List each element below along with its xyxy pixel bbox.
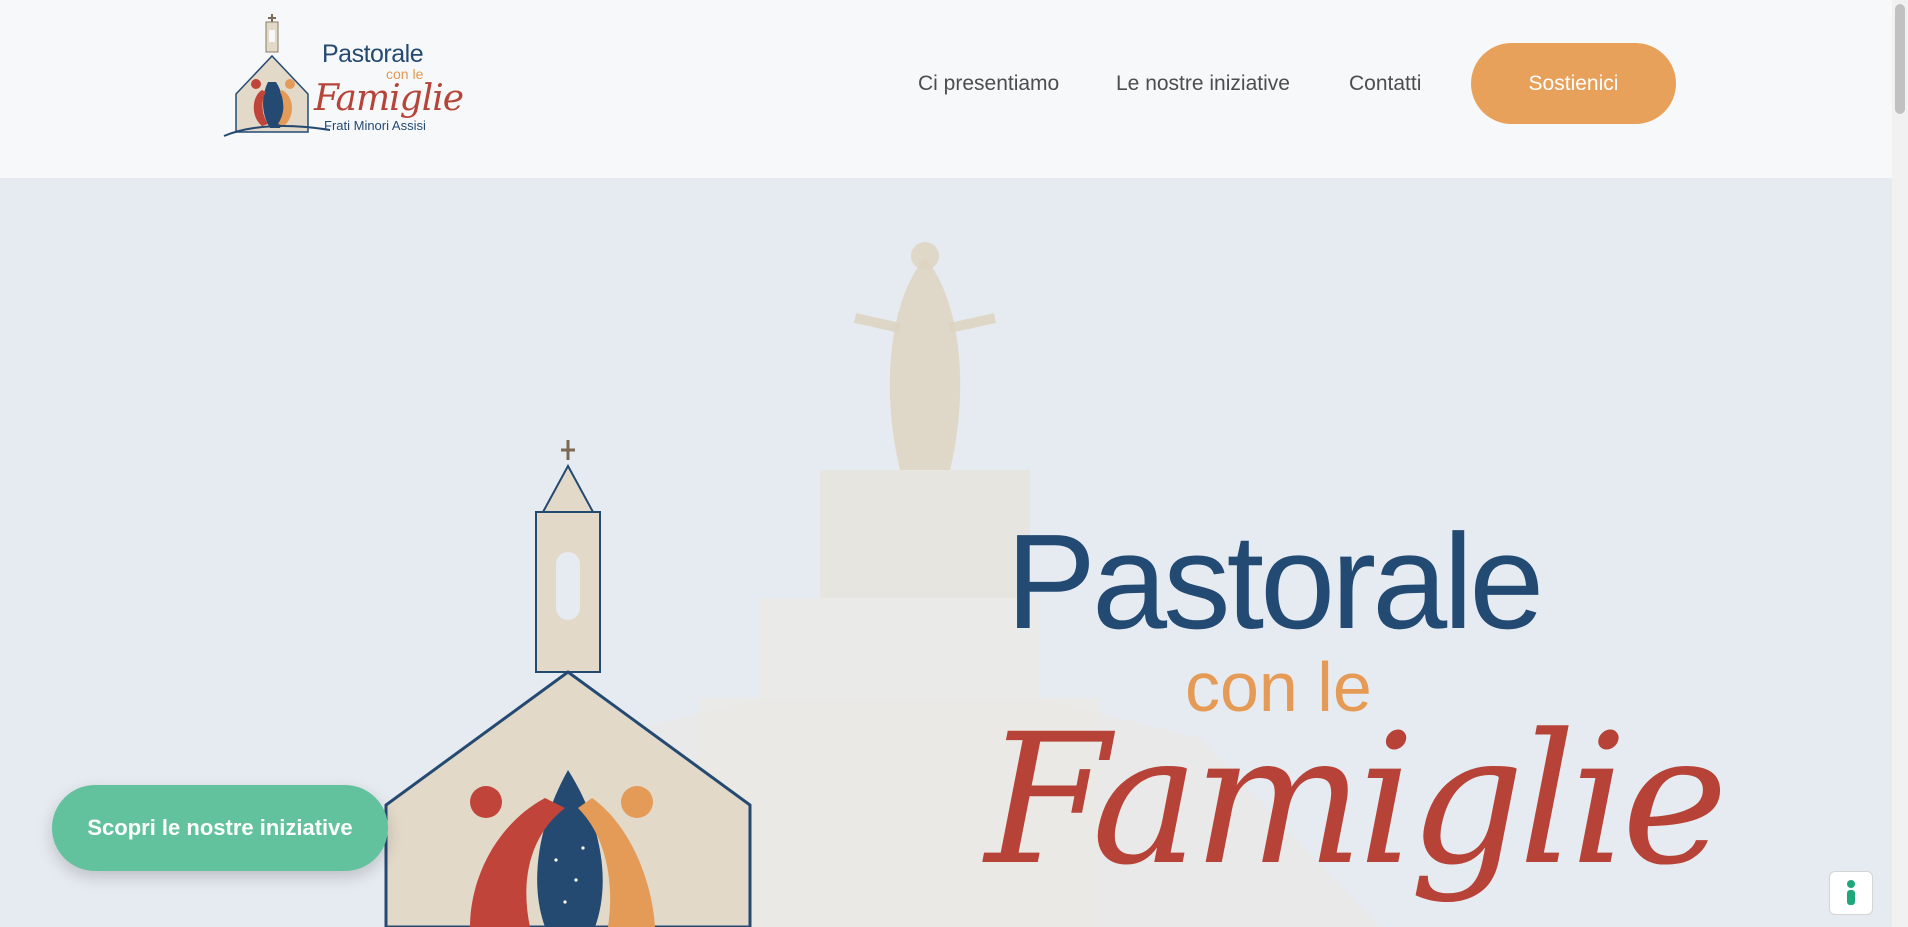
page-scrollbar[interactable] <box>1892 0 1908 927</box>
logo-text-frati-minori: Frati Minori Assisi <box>324 118 426 133</box>
nav-link-iniziative[interactable]: Le nostre iniziative <box>1116 72 1290 96</box>
chapel-logo-icon <box>223 14 331 137</box>
site-logo[interactable]: Pastorale con le Famiglie Frati Minori A… <box>222 12 464 140</box>
accessibility-button[interactable] <box>1829 871 1873 915</box>
accessibility-icon <box>1847 880 1855 905</box>
nav-link-ci-presentiamo[interactable]: Ci presentiamo <box>918 72 1059 96</box>
hero-title-pastorale: Pastorale <box>1006 506 1544 657</box>
scrollbar-thumb[interactable] <box>1895 4 1905 114</box>
logo-text-pastorale: Pastorale <box>322 40 424 68</box>
discover-initiatives-button[interactable]: Scopri le nostre iniziative <box>52 785 388 871</box>
nav-link-contatti[interactable]: Contatti <box>1349 72 1421 96</box>
logo-text-famiglie: Famiglie <box>314 78 464 119</box>
hero-title-famiglie: Famiglie <box>985 696 1728 905</box>
donate-button[interactable]: Sostienici <box>1471 43 1676 124</box>
chapel-illustration <box>384 440 752 927</box>
site-header: Pastorale con le Famiglie Frati Minori A… <box>0 0 1892 178</box>
